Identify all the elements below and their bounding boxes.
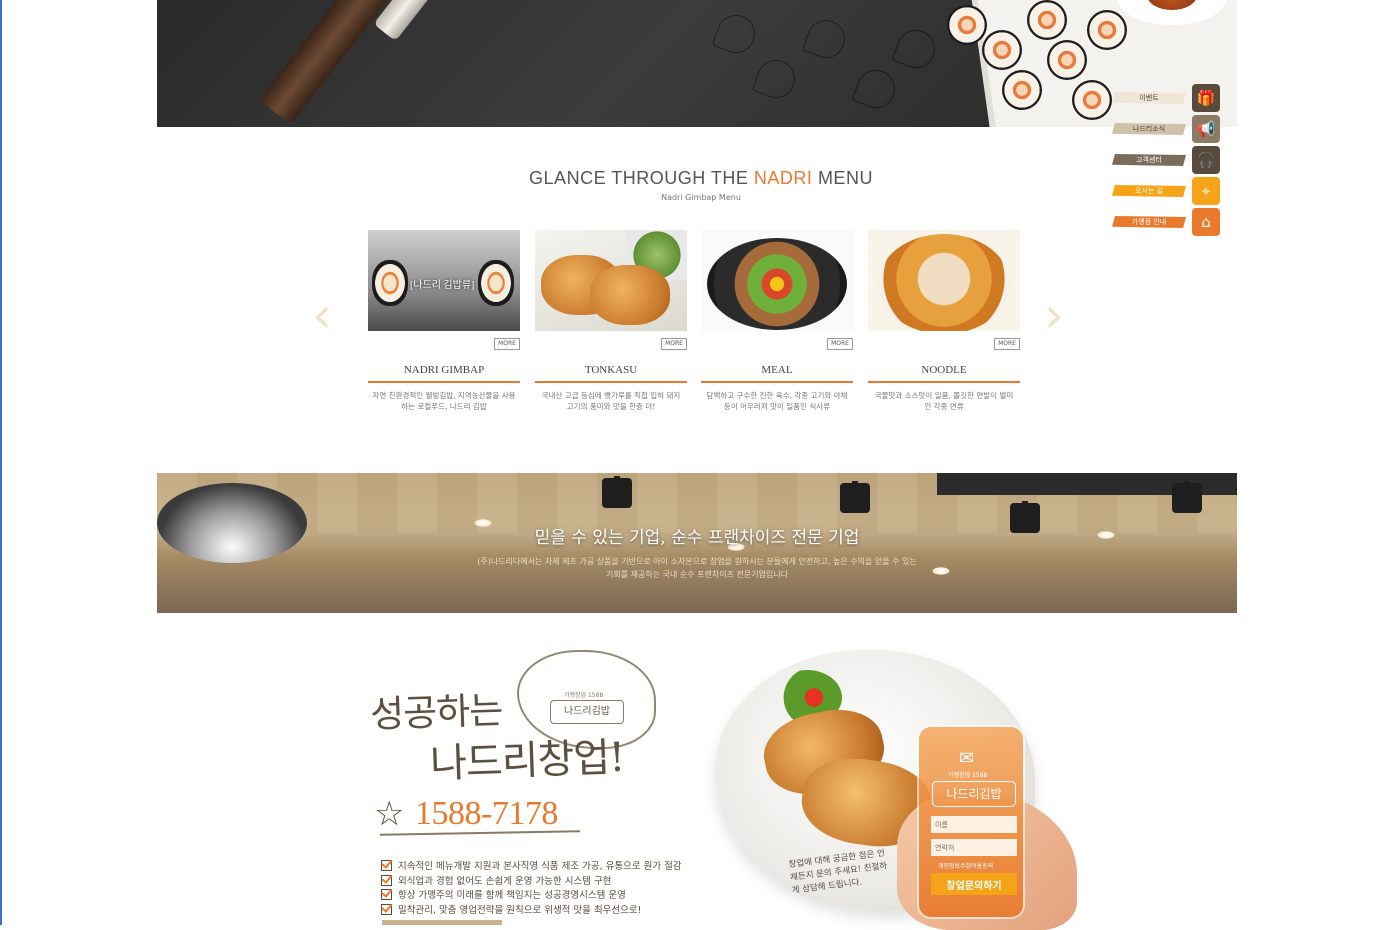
carousel-next-arrow[interactable]: › [1044,290,1074,340]
checklist-item: 외식업과 경험 없어도 손쉽게 운영 가능한 시스템 구현 [381,873,611,887]
checkbox-icon [381,874,392,886]
noodle-bowl-image [878,234,1010,331]
franchise-banner: 믿을 수 있는 기업, 순수 프랜차이즈 전문 기업 (주)나드리다에서는 자체… [157,473,1237,613]
leaf-doodle [891,24,941,74]
divider [868,381,1020,383]
meal-photo[interactable] [701,230,853,331]
envelope-icon: ✉ [959,748,975,769]
menu-card-desc: 국내산 고급 등심에 빵가루를 직접 입혀 돼지고기의 풍미와 맛을 한층 더! [541,391,681,411]
menu-title-accent: NADRI [753,168,813,188]
menu-card-desc: 자연 친환경적인 웰빙김밥, 지역농산물을 사용하는 로컬푸드, 나드리 김밥 [372,391,516,411]
menu-card-name[interactable]: MEAL [701,364,853,376]
leaf-doodle [711,9,761,59]
name-input[interactable] [931,816,1017,833]
form-logo: 나드리김밥 [932,781,1016,807]
gimbap-slice [1047,40,1087,80]
store-icon[interactable]: ⌂ [1192,208,1220,236]
carousel-prev-arrow[interactable]: ‹ [312,290,342,340]
quick-menu-item-news[interactable]: 나드리소식 📢 [1112,115,1222,143]
brush-image [258,0,396,125]
gimbap-photo[interactable]: [나드리 김밥류] [368,230,520,331]
gimbap-roll [372,260,408,306]
gimbap-slice [982,30,1022,70]
quick-menu-label[interactable]: 이벤트 [1112,92,1186,104]
quick-menu-label[interactable]: 가맹점 안내 [1112,216,1186,228]
checklist-text: 항상 가맹주의 미래를 함께 책임지는 성공경영시스템 운영 [398,890,626,901]
more-button[interactable]: MORE [827,338,853,350]
checklist-item: 항상 가맹주의 미래를 함께 책임지는 성공경영시스템 운영 [381,887,626,901]
spotlight [840,483,870,513]
tonkasu-photo[interactable] [535,230,687,331]
menu-card-name[interactable]: NOODLE [868,364,1020,376]
phone-number[interactable]: 1588-7178 [415,795,558,833]
more-button[interactable]: MORE [994,338,1020,350]
menu-card-desc: 국물맛과 소스맛이 일품, 쫄깃한 면발이 별미인 각종 면류 [874,391,1014,411]
star-icon: ☆ [374,794,405,834]
downlight [932,567,950,575]
menu-card-name[interactable]: TONKASU [535,364,687,376]
franchise-desc: (주)나드리다에서는 자체 제조 가공 상품을 기반으로 아이 소자본으로 창업… [477,557,917,579]
noodle-photo[interactable] [868,230,1020,331]
menu-title-pre: GLANCE THROUGH THE [529,168,754,188]
checklist-text: 지속적인 메뉴개발 지원과 본사직영 식품 제조 가공, 유통으로 원가 절감 [398,861,682,872]
menu-card-noodle[interactable]: MORE NOODLE 국물맛과 소스맛이 일품, 쫄깃한 면발이 별미인 각종… [868,230,1020,411]
gimbap-slice [1002,70,1042,110]
divider [535,381,687,383]
gimbap-slice [1072,80,1112,120]
checklist-text: 밀착관리, 맞춤 영업전략을 원칙으로 위생적 맛을 최우선으로! [398,905,642,916]
franchise-title: 믿을 수 있는 기업, 순수 프랜차이즈 전문 기업 [534,528,860,548]
privacy-agree-text[interactable]: 개인정보수집이용동의 [938,861,993,870]
checkbox-icon [381,888,392,900]
quick-menu-item-event[interactable]: 이벤트 🎁 [1112,84,1222,112]
sign-caption: 가맹창업 1588 [564,692,604,699]
more-button[interactable]: MORE [494,338,520,350]
quick-menu-item-stores[interactable]: 가맹점 안내 ⌂ [1112,208,1222,236]
quick-menu-label[interactable]: 고객센터 [1112,154,1186,166]
form-caption: 가맹창업 1588 [948,772,988,779]
section-underline [382,920,502,925]
menu-section-title: GLANCE THROUGH THE NADRI MENU [2,168,1398,189]
gimbap-slice [947,5,987,45]
gimbap-roll [478,260,514,306]
menu-card-gimbap[interactable]: [나드리 김밥류] MORE NADRI GIMBAP 자연 친환경적인 웰빙김… [368,230,520,411]
more-button[interactable]: MORE [661,338,687,350]
checkbox-icon [381,859,392,871]
spotlight [1172,483,1202,513]
checklist-item: 밀착관리, 맞춤 영업전략을 원칙으로 위생적 맛을 최우선으로! [381,902,641,916]
gimbap-photo-label: [나드리 김밥류] [410,280,475,291]
phone-input[interactable] [931,839,1017,856]
menu-card-name[interactable]: NADRI GIMBAP [368,364,520,376]
menu-section-subtitle: Nadri Gimbap Menu [661,193,741,202]
leaf-doodle [801,14,851,64]
leaf-doodle [851,64,901,114]
divider [368,381,520,383]
menu-card-desc: 담백하고 구수한 진한 육수, 각종 고기와 야채 등이 어우러져 맛이 일품인… [706,391,848,411]
menu-title-post: MENU [812,168,873,188]
hero-banner [157,0,1237,127]
phone-underline [379,830,581,836]
gimbap-slice [1027,0,1067,40]
checklist-item: 지속적인 메뉴개발 지원과 본사직영 식품 제조 가공, 유통으로 원가 절감 [381,858,682,872]
cutlet-image [590,265,670,325]
bibimbap-image [707,238,847,330]
brand-sign: 나드리김밥 [550,700,624,724]
gift-icon[interactable]: 🎁 [1192,84,1220,112]
quick-menu-label[interactable]: 나드리소식 [1112,123,1186,135]
startup-headline-2: 나드리창업! [429,734,625,788]
leaf-doodle [751,54,801,104]
menu-card-meal[interactable]: MORE MEAL 담백하고 구수한 진한 육수, 각종 고기와 야채 등이 어… [701,230,853,411]
checkbox-icon [381,903,392,915]
brush-ferrule-image [373,0,439,42]
spotlight [602,478,632,508]
menu-card-tonkasu[interactable]: MORE TONKASU 국내산 고급 등심에 빵가루를 직접 입혀 돼지고기의… [535,230,687,411]
submit-inquiry-button[interactable]: 창업문의하기 [931,873,1017,895]
divider [701,381,853,383]
megaphone-icon[interactable]: 📢 [1192,115,1220,143]
checklist-text: 외식업과 경험 없어도 손쉽게 운영 가능한 시스템 구현 [398,876,612,887]
gimbap-slice [1087,10,1127,50]
